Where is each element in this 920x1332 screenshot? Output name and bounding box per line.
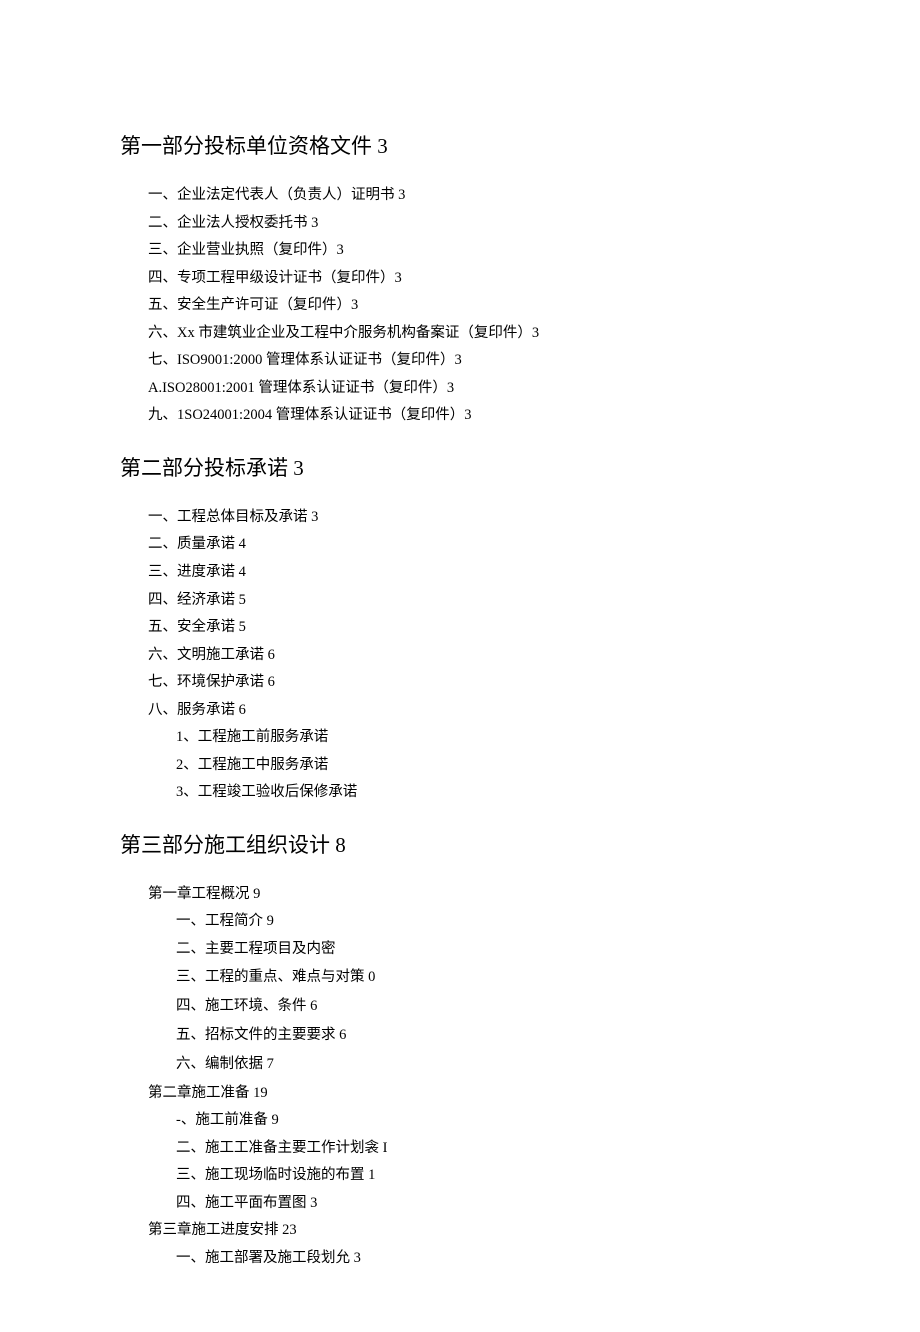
section-title: 第三部分施工组织设计 8: [120, 829, 800, 859]
level2-list: 一、工程简介 9二、主要工程项目及内密三、工程的重点、难点与对策 0四、施工环境…: [176, 908, 800, 1079]
level1-list: 一、企业法定代表人（负责人）证明书 3二、企业法人授权委托书 3三、企业营业执照…: [148, 182, 800, 430]
toc-item: 二、质量承诺 4: [148, 531, 800, 559]
section-title: 第二部分投标承诺 3: [120, 452, 800, 482]
toc-item: 六、文明施工承诺 6: [148, 642, 800, 670]
section-title: 第一部分投标单位资格文件 3: [120, 130, 800, 160]
toc-item: 七、ISO9001:2000 管理体系认证证书（复印件）3: [148, 347, 800, 375]
toc-item: 七、环境保护承诺 6: [148, 669, 800, 697]
toc-item: 八、服务承诺 6: [148, 697, 800, 725]
toc-subitem: 三、施工现场临时设施的布置 1: [176, 1162, 800, 1190]
level1-list: 第一章工程概况 9一、工程简介 9二、主要工程项目及内密三、工程的重点、难点与对…: [148, 881, 800, 1272]
toc-item: 一、企业法定代表人（负责人）证明书 3: [148, 182, 800, 210]
toc-subitem: -、施工前准备 9: [176, 1107, 800, 1135]
toc-item: 五、安全承诺 5: [148, 614, 800, 642]
toc-item: 四、专项工程甲级设计证书（复印件）3: [148, 265, 800, 293]
toc-item: 第二章施工准备 19: [148, 1080, 800, 1108]
toc-subitem: 六、编制依据 7: [176, 1049, 800, 1079]
level2-list: 1、工程施工前服务承诺2、工程施工中服务承诺3、工程竣工验收后保修承诺: [176, 724, 800, 807]
toc-subitem: 五、招标文件的主要要求 6: [176, 1022, 800, 1050]
toc-item: 三、企业营业执照（复印件）3: [148, 237, 800, 265]
toc-item: A.ISO28001:2001 管理体系认证证书（复印件）3: [148, 375, 800, 403]
toc-item: 六、Xx 市建筑业企业及工程中介服务机构备案证（复印件）3: [148, 320, 800, 348]
toc-subitem: 一、施工部署及施工段划允 3: [176, 1245, 800, 1273]
level2-list: 一、施工部署及施工段划允 3: [176, 1245, 800, 1273]
toc-item: 九、1SO24001:2004 管理体系认证证书（复印件）3: [148, 402, 800, 430]
toc-subitem: 1、工程施工前服务承诺: [176, 724, 800, 752]
toc-item: 第一章工程概况 9: [148, 881, 800, 909]
toc-item: 第三章施工进度安排 23: [148, 1217, 800, 1245]
toc-item: 五、安全生产许可证（复印件）3: [148, 292, 800, 320]
level2-list: -、施工前准备 9二、施工工准备主要工作计划衾 I三、施工现场临时设施的布置 1…: [176, 1107, 800, 1217]
toc-subitem: 三、工程的重点、难点与对策 0: [176, 964, 800, 992]
toc-subitem: 四、施工环境、条件 6: [176, 991, 800, 1021]
toc-subitem: 四、施工平面布置图 3: [176, 1190, 800, 1218]
toc-subitem: 3、工程竣工验收后保修承诺: [176, 779, 800, 807]
toc-item: 四、经济承诺 5: [148, 587, 800, 615]
toc-item: 一、工程总体目标及承诺 3: [148, 504, 800, 532]
toc-item: 三、进度承诺 4: [148, 559, 800, 587]
toc-subitem: 2、工程施工中服务承诺: [176, 752, 800, 780]
toc-subitem: 一、工程简介 9: [176, 908, 800, 936]
toc-subitem: 二、施工工准备主要工作计划衾 I: [176, 1135, 800, 1163]
toc-item: 二、企业法人授权委托书 3: [148, 210, 800, 238]
level1-list: 一、工程总体目标及承诺 3二、质量承诺 4三、进度承诺 4四、经济承诺 5五、安…: [148, 504, 800, 807]
toc-subitem: 二、主要工程项目及内密: [176, 936, 800, 964]
